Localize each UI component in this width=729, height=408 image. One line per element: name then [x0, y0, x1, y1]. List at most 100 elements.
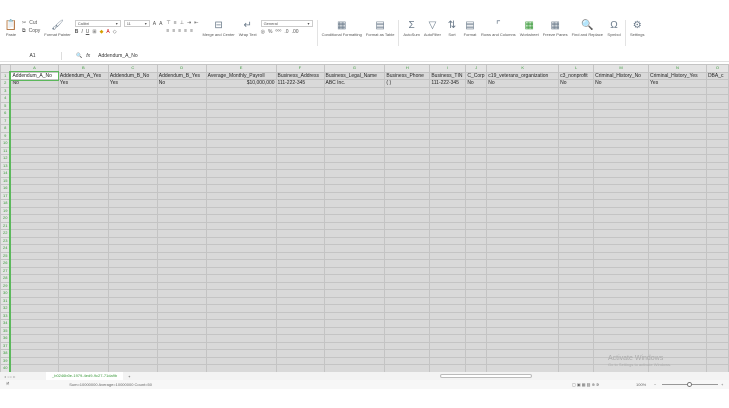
settings-button[interactable]: ⚙ Settings	[630, 20, 644, 37]
column-header[interactable]: A	[9, 64, 59, 73]
cell[interactable]	[558, 326, 595, 335]
column-header[interactable]: D	[156, 64, 207, 73]
cell[interactable]	[648, 176, 707, 185]
cell[interactable]	[9, 289, 59, 298]
cell[interactable]	[429, 221, 467, 230]
font-color-icon[interactable]: A	[106, 29, 109, 35]
wrap-text-button[interactable]: ↵ Wrap Text	[239, 20, 257, 37]
cell[interactable]	[486, 169, 560, 178]
cell[interactable]	[429, 161, 467, 170]
cell[interactable]	[648, 236, 707, 245]
cell[interactable]	[323, 251, 386, 260]
cell[interactable]	[323, 229, 386, 238]
cell[interactable]	[205, 161, 277, 170]
cell[interactable]	[107, 139, 158, 148]
cell[interactable]	[705, 356, 729, 365]
cell[interactable]	[57, 311, 109, 320]
cell[interactable]	[384, 229, 431, 238]
cell[interactable]	[384, 304, 431, 313]
cell[interactable]: C_Corp	[465, 71, 488, 80]
find-replace-button[interactable]: 🔍 Find and Replace	[572, 20, 603, 37]
cell[interactable]	[275, 334, 325, 343]
cell[interactable]	[593, 341, 650, 350]
cell[interactable]	[705, 184, 729, 193]
cell[interactable]	[486, 94, 560, 103]
cell[interactable]	[384, 109, 431, 118]
cell[interactable]	[323, 341, 386, 350]
cell[interactable]	[275, 341, 325, 350]
cell[interactable]	[648, 274, 707, 283]
cell[interactable]	[9, 296, 59, 305]
justify-icon[interactable]: ≡	[184, 28, 187, 34]
column-header[interactable]: L	[558, 64, 595, 73]
cell[interactable]	[57, 334, 109, 343]
cell[interactable]	[156, 146, 207, 155]
cell[interactable]	[57, 191, 109, 200]
cell[interactable]	[384, 364, 431, 372]
spreadsheet-grid[interactable]: A B C D E F G H I J K L M N O 1 Addendum_A_No Addendum_A_…	[0, 64, 729, 372]
cell[interactable]: Yes	[648, 79, 707, 88]
cell[interactable]	[275, 206, 325, 215]
cell[interactable]	[593, 244, 650, 253]
cell[interactable]	[558, 334, 595, 343]
row-header[interactable]: 10	[0, 139, 12, 148]
row-header[interactable]: 36	[0, 334, 12, 343]
cell[interactable]	[9, 191, 59, 200]
cell[interactable]	[429, 281, 467, 290]
zoom-level[interactable]: 100%	[636, 382, 646, 387]
cell[interactable]	[9, 364, 59, 372]
cell[interactable]	[558, 364, 595, 372]
cell[interactable]	[486, 154, 560, 163]
cell[interactable]	[486, 229, 560, 238]
cell[interactable]	[107, 124, 158, 133]
cell[interactable]	[57, 349, 109, 358]
cell[interactable]	[486, 289, 560, 298]
cell[interactable]	[384, 334, 431, 343]
cell[interactable]	[9, 116, 59, 125]
cell[interactable]	[384, 139, 431, 148]
cell[interactable]	[558, 154, 595, 163]
cell[interactable]: Yes	[57, 79, 109, 88]
merge-center-button[interactable]: ⊟ Merge and Center	[202, 20, 234, 37]
cell[interactable]	[57, 86, 109, 95]
cell[interactable]	[205, 124, 277, 133]
cell[interactable]	[465, 146, 488, 155]
cell[interactable]	[705, 311, 729, 320]
cell[interactable]	[465, 326, 488, 335]
row-header[interactable]: 9	[0, 131, 12, 140]
cell[interactable]	[107, 326, 158, 335]
cell[interactable]	[205, 191, 277, 200]
cell[interactable]	[323, 334, 386, 343]
cell[interactable]	[705, 289, 729, 298]
cell[interactable]	[107, 349, 158, 358]
cell[interactable]	[323, 266, 386, 275]
cell[interactable]	[593, 206, 650, 215]
decrease-font-icon[interactable]: A	[159, 21, 162, 27]
cell[interactable]	[107, 274, 158, 283]
cell[interactable]	[465, 244, 488, 253]
cell[interactable]	[156, 319, 207, 328]
cell[interactable]	[107, 191, 158, 200]
cell-table[interactable]: A B C D E F G H I J K L M N O 1 Addendum_A_No Addendum_A_…	[0, 64, 729, 372]
cell[interactable]	[57, 131, 109, 140]
row-header[interactable]: 17	[0, 191, 12, 200]
cell[interactable]: No	[486, 79, 560, 88]
cell[interactable]	[648, 86, 707, 95]
cell[interactable]	[323, 349, 386, 358]
cell[interactable]	[648, 169, 707, 178]
cell[interactable]	[107, 184, 158, 193]
column-header[interactable]: O	[705, 64, 729, 73]
cell[interactable]	[705, 79, 729, 88]
cell[interactable]	[486, 296, 560, 305]
cell[interactable]	[107, 221, 158, 230]
cell[interactable]	[205, 311, 277, 320]
cell[interactable]	[9, 176, 59, 185]
cell[interactable]	[465, 334, 488, 343]
cell[interactable]	[107, 244, 158, 253]
cell[interactable]	[323, 289, 386, 298]
font-select[interactable]: Calibri ▾	[74, 20, 121, 27]
row-header[interactable]: 18	[0, 199, 12, 208]
cell[interactable]	[275, 184, 325, 193]
row-header[interactable]: 28	[0, 274, 12, 283]
row-header[interactable]: 37	[0, 341, 12, 350]
